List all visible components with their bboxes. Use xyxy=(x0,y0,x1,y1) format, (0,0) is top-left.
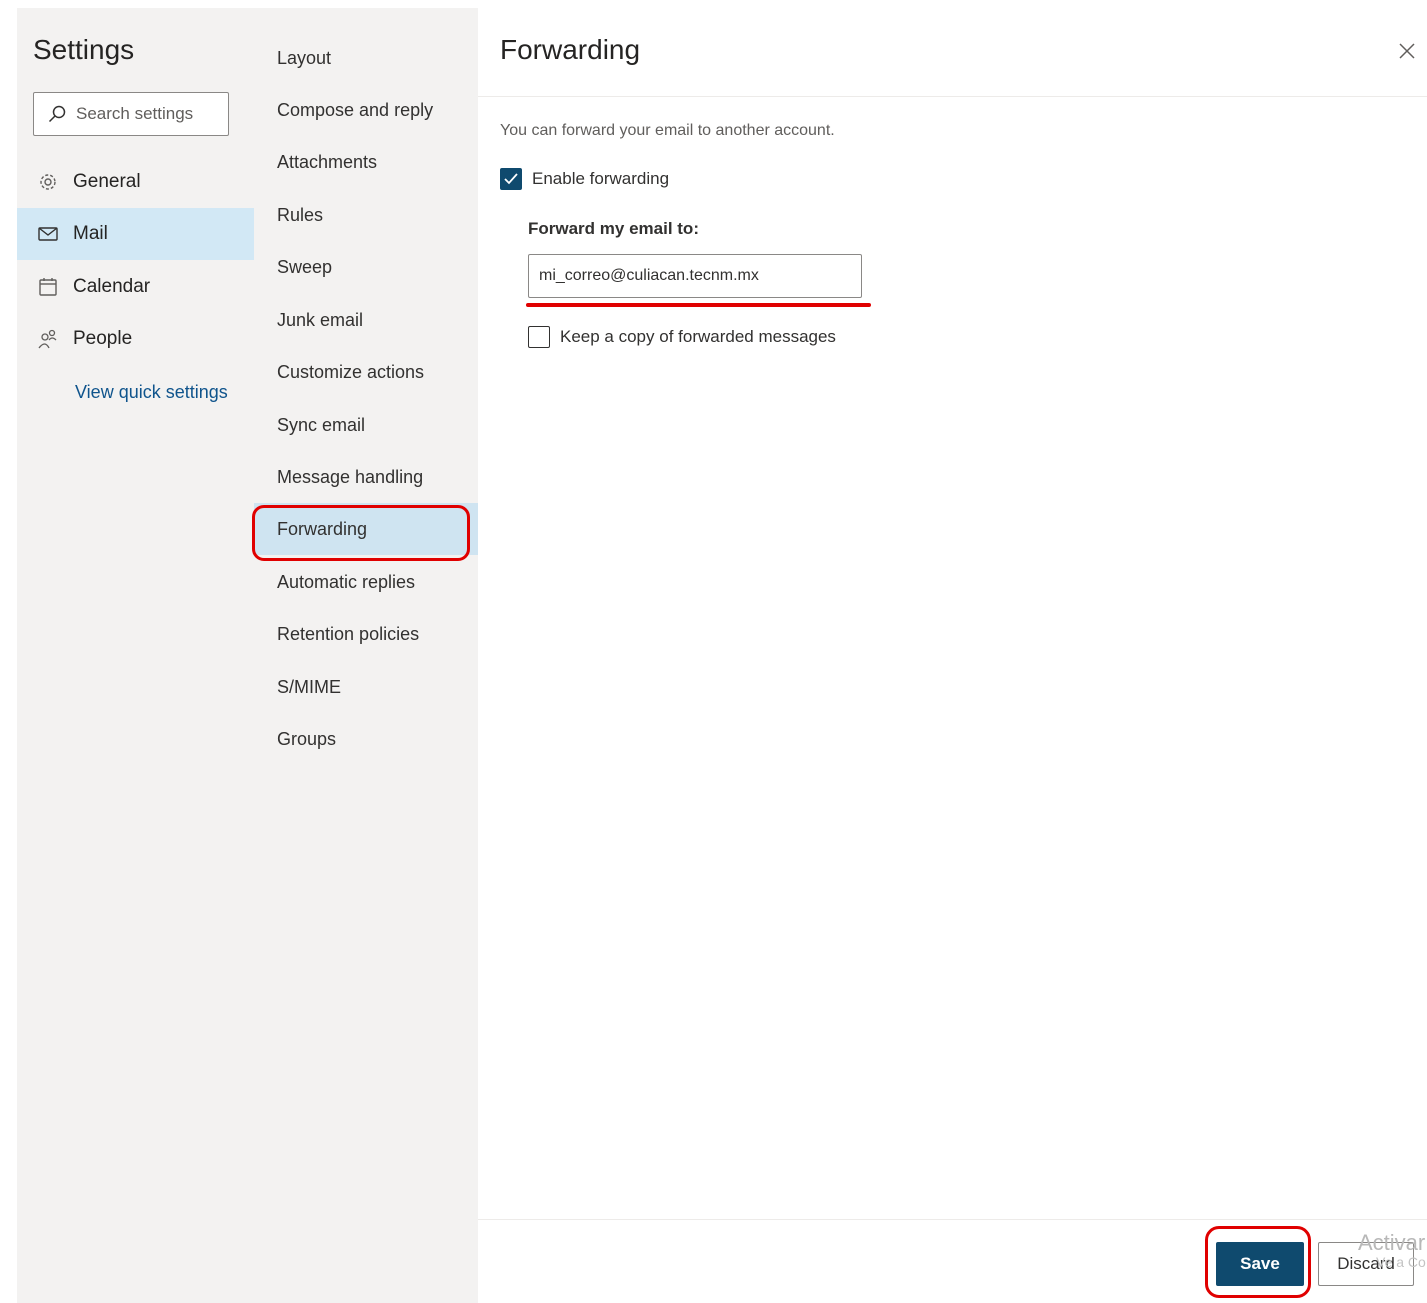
mail-nav-label: Attachments xyxy=(277,151,378,172)
mail-nav-sync-email[interactable]: Sync email xyxy=(254,399,478,451)
keep-copy-label: Keep a copy of forwarded messages xyxy=(560,327,836,346)
mail-settings-nav: Layout Compose and reply Attachments Rul… xyxy=(252,8,478,1303)
nav-item-label: People xyxy=(73,328,133,349)
mail-nav-attachments[interactable]: Attachments xyxy=(254,136,478,188)
mail-icon xyxy=(38,227,58,241)
mail-nav-junk-email[interactable]: Junk email xyxy=(254,294,478,346)
forward-to-label: Forward my email to: xyxy=(528,219,699,238)
mail-nav-label: Compose and reply xyxy=(277,99,434,120)
checkbox-checked[interactable] xyxy=(500,168,522,190)
people-icon xyxy=(38,329,57,349)
mail-nav-compose-reply[interactable]: Compose and reply xyxy=(254,84,478,136)
mail-nav-message-handling[interactable]: Message handling xyxy=(254,451,478,503)
mail-nav-label: S/MIME xyxy=(277,676,342,697)
mail-nav-label: Retention policies xyxy=(277,623,420,644)
nav-item-people[interactable]: People xyxy=(17,313,254,365)
nav-item-general[interactable]: General xyxy=(17,156,254,208)
nav-item-label: General xyxy=(73,171,141,192)
mail-nav-label: Forwarding xyxy=(277,518,368,539)
nav-item-mail[interactable]: Mail xyxy=(17,208,254,260)
mail-nav-customize-actions[interactable]: Customize actions xyxy=(254,346,478,398)
checkbox-unchecked[interactable] xyxy=(528,326,550,348)
mail-nav-label: Sync email xyxy=(277,414,366,435)
mail-nav-label: Layout xyxy=(277,47,332,68)
header-divider xyxy=(478,96,1427,97)
gear-icon xyxy=(40,174,56,190)
forward-email-input[interactable] xyxy=(528,254,862,298)
settings-title: Settings xyxy=(33,34,135,65)
mail-nav-label: Junk email xyxy=(277,309,364,330)
nav-item-label: Mail xyxy=(73,223,108,244)
checkmark-icon xyxy=(504,173,518,185)
discard-button[interactable]: Discard xyxy=(1318,1242,1414,1286)
nav-item-calendar[interactable]: Calendar xyxy=(17,261,254,313)
mail-nav-rules[interactable]: Rules xyxy=(254,189,478,241)
mail-nav-groups[interactable]: Groups xyxy=(254,713,478,765)
mail-nav-label: Groups xyxy=(277,728,337,749)
search-settings-box[interactable] xyxy=(33,92,229,136)
close-icon[interactable] xyxy=(1398,42,1416,60)
mail-nav-smime[interactable]: S/MIME xyxy=(254,661,478,713)
nav-item-label: Calendar xyxy=(73,276,151,297)
settings-sidebar: Settings General Mail xyxy=(17,8,254,1303)
keep-copy-checkbox[interactable]: Keep a copy of forwarded messages xyxy=(528,326,836,348)
mail-nav-label: Message handling xyxy=(277,466,424,487)
footer-divider xyxy=(478,1219,1427,1220)
mail-nav-automatic-replies[interactable]: Automatic replies xyxy=(254,556,478,608)
mail-nav-layout[interactable]: Layout xyxy=(254,32,478,84)
mail-nav-label: Rules xyxy=(277,204,324,225)
mail-nav-label: Sweep xyxy=(277,256,333,277)
settings-dialog: Settings General Mail xyxy=(17,8,1427,1303)
enable-forwarding-checkbox[interactable]: Enable forwarding xyxy=(500,168,669,190)
search-settings-input[interactable] xyxy=(74,103,218,125)
panel-title: Forwarding xyxy=(500,34,641,65)
search-icon xyxy=(48,105,66,123)
view-quick-settings-link[interactable]: View quick settings xyxy=(75,382,228,403)
enable-forwarding-label: Enable forwarding xyxy=(532,169,670,188)
mail-nav-label: Customize actions xyxy=(277,361,425,382)
mail-nav-forwarding[interactable]: Forwarding xyxy=(254,503,478,555)
mail-nav-sweep[interactable]: Sweep xyxy=(254,241,478,293)
forwarding-description: You can forward your email to another ac… xyxy=(500,122,835,139)
save-button[interactable]: Save xyxy=(1216,1242,1304,1286)
mail-nav-label: Automatic replies xyxy=(277,571,416,592)
calendar-icon xyxy=(39,278,57,296)
forwarding-panel: Forwarding You can forward your email to… xyxy=(478,8,1427,1303)
annotation-underline-email xyxy=(526,303,871,307)
mail-nav-retention-policies[interactable]: Retention policies xyxy=(254,608,478,660)
